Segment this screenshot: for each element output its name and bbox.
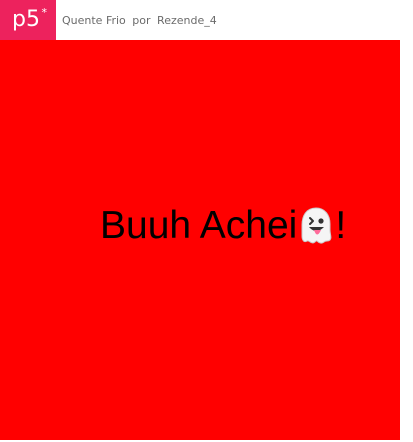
by-label: por xyxy=(132,13,151,27)
p5-logo-asterisk: * xyxy=(41,6,48,19)
message-exclamation: ! xyxy=(335,204,347,247)
sketch-title: Quente Frio por Rezende_4 xyxy=(62,14,217,27)
author-link[interactable]: Rezende_4 xyxy=(157,14,217,27)
top-bar: p5 * Quente Frio por Rezende_4 xyxy=(0,0,413,40)
message-text: Buuh Achei xyxy=(100,204,298,247)
sketch-canvas[interactable]: Buuh Achei ! xyxy=(0,40,400,440)
ghost-icon xyxy=(301,207,332,244)
sketch-name: Quente Frio xyxy=(62,13,126,27)
p5-logo-text: p5 xyxy=(12,7,40,32)
canvas-message: Buuh Achei ! xyxy=(100,206,346,246)
p5-logo-link[interactable]: p5 * xyxy=(0,0,56,40)
